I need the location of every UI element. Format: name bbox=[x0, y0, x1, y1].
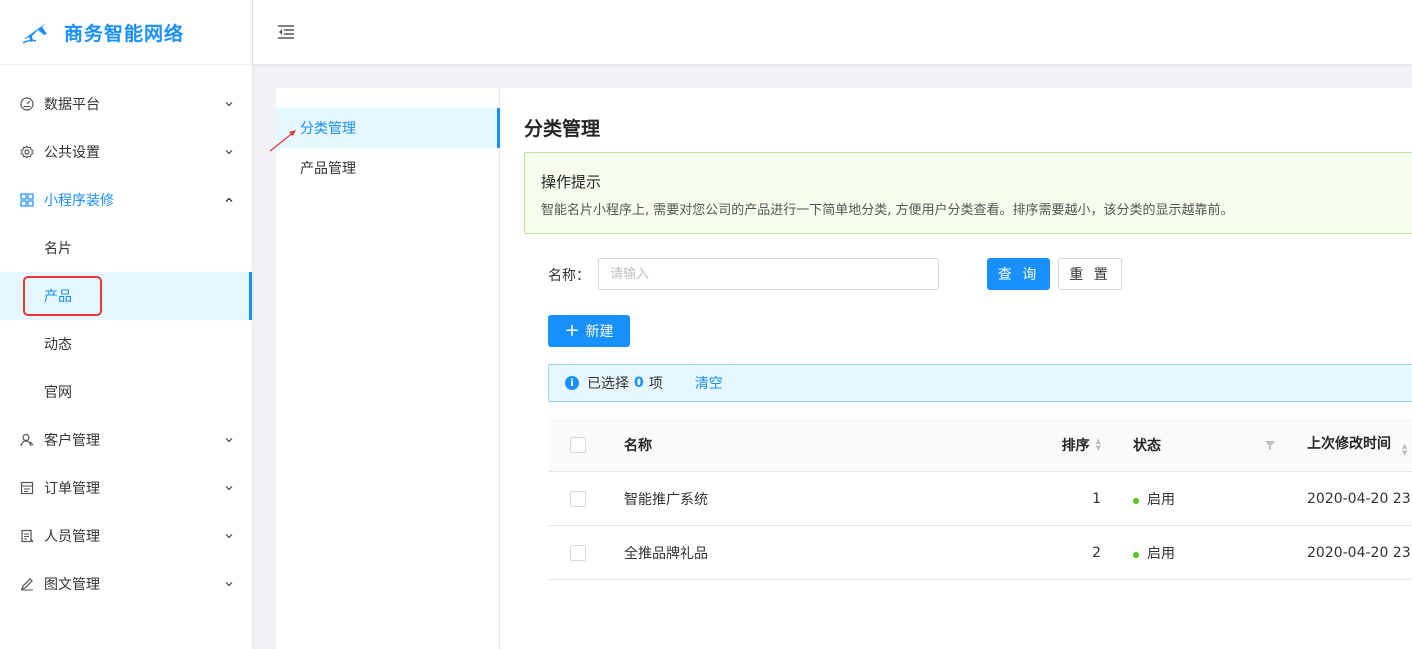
column-header-status: 状态 bbox=[1117, 435, 1291, 455]
clear-selection-link[interactable]: 清空 bbox=[695, 373, 723, 393]
info-icon: i bbox=[565, 376, 579, 390]
main-panel: 分类管理 操作提示 智能名片小程序上, 需要对您公司的产品进行一下简单地分类, … bbox=[524, 88, 1412, 649]
query-button[interactable]: 查 询 bbox=[987, 258, 1050, 290]
table-header: 名称 排序 ▲ ▼ 状态 上次修改时间 ▲ ▼ bbox=[548, 418, 1412, 472]
select-all-checkbox[interactable] bbox=[570, 436, 586, 453]
sidebar-item-graphics[interactable]: 图文管理 bbox=[0, 560, 252, 608]
chevron-down-icon bbox=[225, 534, 233, 539]
chevron-down-icon bbox=[225, 102, 233, 107]
row-checkbox[interactable] bbox=[570, 544, 586, 561]
row-checkbox[interactable] bbox=[570, 490, 586, 507]
sidebar-subitem-website[interactable]: 官网 bbox=[0, 368, 252, 416]
row-status-label: 启用 bbox=[1147, 545, 1175, 562]
column-header-time[interactable]: 上次修改时间 ▲ ▼ bbox=[1291, 433, 1412, 457]
column-header-name: 名称 bbox=[624, 437, 652, 454]
dashboard-icon bbox=[20, 97, 34, 111]
tip-description: 智能名片小程序上, 需要对您公司的产品进行一下简单地分类, 方便用户分类查看。排… bbox=[541, 203, 1234, 218]
gear-icon bbox=[20, 145, 34, 159]
search-label: 名称： bbox=[548, 268, 590, 284]
sidebar: 商务智能网络 数据平台 公共设置 小程序装修 名片 产品 动态 官网 客户管理 … bbox=[0, 0, 253, 649]
top-header bbox=[253, 0, 1412, 64]
reset-button[interactable]: 重 置 bbox=[1058, 258, 1122, 290]
column-header-sort[interactable]: 排序 ▲ ▼ bbox=[988, 435, 1117, 455]
sidebar-subitem-news[interactable]: 动态 bbox=[0, 320, 252, 368]
sidebar-item-label: 小程序装修 bbox=[44, 193, 114, 209]
filter-icon[interactable] bbox=[1265, 440, 1275, 450]
page-title: 分类管理 bbox=[524, 118, 601, 140]
chevron-down-icon bbox=[225, 438, 233, 443]
sidebar-item-public-settings[interactable]: 公共设置 bbox=[0, 128, 252, 176]
row-sort: 1 bbox=[1092, 490, 1101, 507]
row-name: 全推品牌礼品 bbox=[624, 545, 708, 562]
status-dot bbox=[1133, 497, 1139, 504]
plus-icon: + bbox=[564, 320, 580, 341]
sidebar-menu: 数据平台 公共设置 小程序装修 名片 产品 动态 官网 客户管理 订单管理 人员… bbox=[0, 65, 252, 608]
new-button[interactable]: + 新建 bbox=[548, 315, 630, 347]
appstore-icon bbox=[20, 193, 34, 207]
chevron-down-icon bbox=[225, 486, 233, 491]
sidebar-item-orders[interactable]: 订单管理 bbox=[0, 464, 252, 512]
sidebar-item-staff[interactable]: 人员管理 bbox=[0, 512, 252, 560]
selection-count: 0 bbox=[634, 375, 644, 391]
sidebar-item-label: 公共设置 bbox=[44, 145, 100, 161]
selection-suffix: 项 bbox=[648, 376, 663, 392]
tip-alert: 操作提示 智能名片小程序上, 需要对您公司的产品进行一下简单地分类, 方便用户分… bbox=[524, 152, 1412, 234]
category-tab-classification[interactable]: 分类管理 bbox=[276, 108, 500, 148]
user-icon bbox=[20, 433, 34, 447]
chevron-down-icon bbox=[225, 582, 233, 587]
row-time: 2020-04-20 23:52:57 bbox=[1307, 490, 1412, 507]
row-status: 启用 bbox=[1117, 489, 1291, 509]
row-select-cell bbox=[548, 544, 608, 561]
row-status: 启用 bbox=[1117, 543, 1291, 563]
table-row: 智能推广系统 1 启用 2020-04-20 23:52:57 bbox=[548, 472, 1412, 526]
app-title: 商务智能网络 bbox=[64, 22, 185, 45]
column-header-sort-label: 排序 bbox=[1061, 437, 1090, 454]
plane-logo-icon bbox=[22, 23, 47, 44]
sort-caret-icon[interactable]: ▲ ▼ bbox=[1096, 437, 1101, 452]
chevron-down-icon bbox=[225, 150, 233, 155]
sidebar-item-label: 数据平台 bbox=[44, 97, 100, 113]
category-tab-products[interactable]: 产品管理 bbox=[276, 148, 499, 188]
new-button-label: 新建 bbox=[585, 324, 614, 340]
selection-bar: i 已选择 0 项 清空 bbox=[548, 364, 1412, 402]
sidebar-subitem-product[interactable]: 产品 bbox=[0, 272, 252, 320]
row-select-cell bbox=[548, 490, 608, 507]
name-search-input[interactable] bbox=[598, 258, 939, 290]
logo[interactable]: 商务智能网络 bbox=[0, 0, 252, 65]
tip-title: 操作提示 bbox=[541, 173, 602, 191]
row-sort: 2 bbox=[1092, 544, 1101, 561]
edit-icon bbox=[20, 577, 34, 591]
sidebar-item-label: 订单管理 bbox=[44, 481, 100, 497]
category-menu: 分类管理 产品管理 bbox=[276, 88, 500, 649]
row-time: 2020-04-20 23:54:02 bbox=[1307, 544, 1412, 561]
sidebar-item-data-platform[interactable]: 数据平台 bbox=[0, 80, 252, 128]
menu-fold-icon[interactable] bbox=[277, 24, 295, 40]
sidebar-subitem-card[interactable]: 名片 bbox=[0, 224, 252, 272]
row-name: 智能推广系统 bbox=[624, 491, 708, 508]
chevron-up-icon bbox=[225, 197, 233, 202]
selection-prefix: 已选择 bbox=[587, 376, 629, 392]
status-dot bbox=[1133, 551, 1139, 558]
table-row: 全推品牌礼品 2 启用 2020-04-20 23:54:02 bbox=[548, 526, 1412, 580]
sidebar-item-customers[interactable]: 客户管理 bbox=[0, 416, 252, 464]
row-status-label: 启用 bbox=[1147, 491, 1175, 508]
row-status-wrap: 启用 bbox=[1133, 489, 1175, 509]
sidebar-item-label: 人员管理 bbox=[44, 529, 100, 545]
column-header-status-label: 状态 bbox=[1133, 437, 1161, 454]
sort-caret-icon[interactable]: ▲ ▼ bbox=[1402, 442, 1407, 457]
order-icon bbox=[20, 481, 34, 495]
content-card: 分类管理 产品管理 分类管理 操作提示 智能名片小程序上, 需要对您公司的产品进… bbox=[276, 88, 1412, 649]
sidebar-item-miniprogram-decor[interactable]: 小程序装修 bbox=[0, 176, 252, 224]
column-header-time-label: 上次修改时间 bbox=[1307, 435, 1391, 452]
sidebar-item-label: 图文管理 bbox=[44, 577, 100, 593]
row-status-wrap: 启用 bbox=[1133, 543, 1175, 563]
sidebar-item-label: 客户管理 bbox=[44, 433, 100, 449]
staff-icon bbox=[20, 529, 34, 543]
category-table: 名称 排序 ▲ ▼ 状态 上次修改时间 ▲ ▼ 智能推广系统 1 启用 2020… bbox=[548, 418, 1412, 580]
select-all-cell bbox=[548, 436, 608, 453]
